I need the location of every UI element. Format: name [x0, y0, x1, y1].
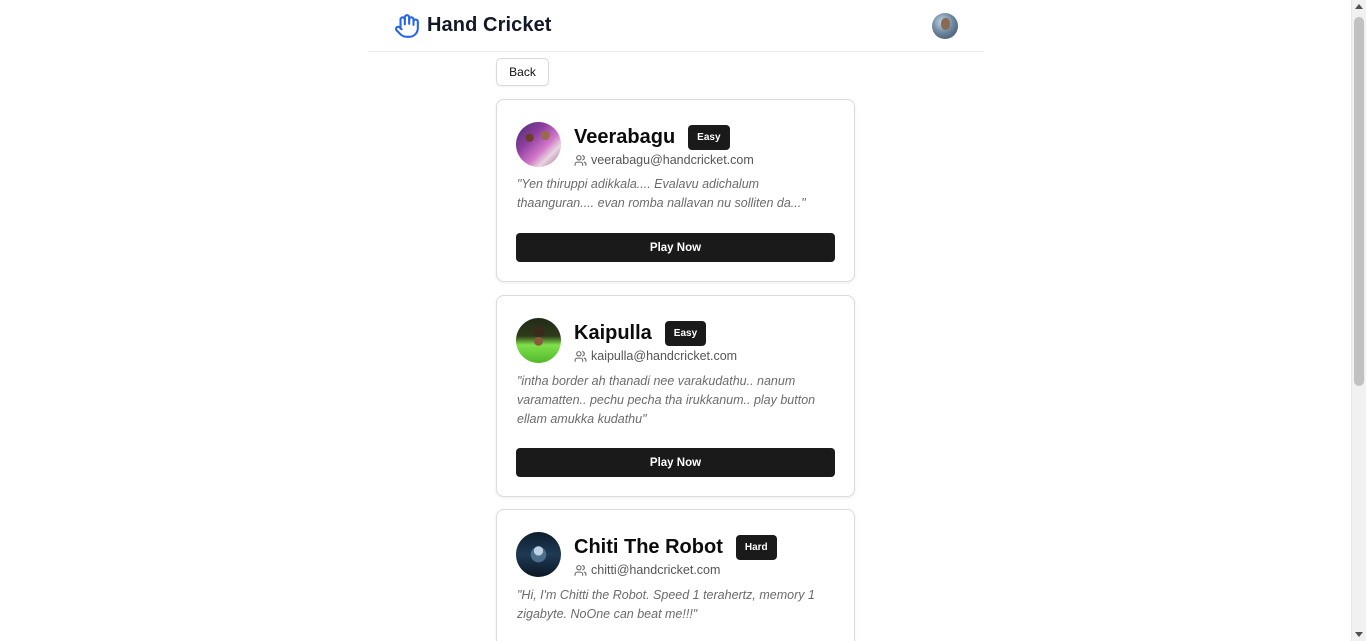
app-title: Hand Cricket [427, 14, 552, 36]
name-row: Chiti The Robot Hard [574, 534, 777, 560]
back-button[interactable]: Back [496, 58, 549, 86]
play-now-button[interactable]: Play Now [516, 448, 835, 477]
card-header: Chiti The Robot Hard chitti@handcricket.… [516, 532, 777, 577]
player-card: Chiti The Robot Hard chitti@handcricket.… [496, 509, 855, 641]
player-name: Veerabagu [574, 125, 676, 148]
player-name: Kaipulla [574, 321, 652, 344]
name-row: Kaipulla Easy [574, 320, 737, 346]
player-email: veerabagu@handcricket.com [591, 153, 754, 167]
player-name: Chiti The Robot [574, 535, 723, 558]
scroll-down-arrow-icon[interactable] [1355, 632, 1363, 637]
user-avatar[interactable] [932, 12, 958, 39]
top-header: Hand Cricket [368, 0, 984, 52]
player-info: Chiti The Robot Hard chitti@handcricket.… [574, 534, 777, 577]
users-icon [574, 564, 587, 577]
hand-icon [394, 13, 420, 39]
player-email: kaipulla@handcricket.com [591, 349, 738, 363]
difficulty-badge: Easy [664, 320, 707, 346]
player-avatar [516, 122, 561, 167]
player-card: Veerabagu Easy veerabagu@handcricket.com [496, 99, 855, 282]
player-quote: "intha border ah thanadi nee varakudathu… [517, 374, 816, 426]
vertical-scrollbar[interactable] [1351, 0, 1366, 641]
email-row: chitti@handcricket.com [574, 563, 777, 577]
name-row: Veerabagu Easy [574, 124, 754, 150]
card-header: Kaipulla Easy kaipulla@handcricket.com [516, 318, 737, 363]
scroll-up-arrow-icon[interactable] [1355, 4, 1363, 9]
player-quote: "Hi, I'm Chitti the Robot. Speed 1 terah… [517, 588, 815, 621]
player-quote: "Yen thiruppi adikkala.... Evalavu adich… [517, 177, 806, 210]
scroll-thumb[interactable] [1354, 17, 1364, 386]
card-header: Veerabagu Easy veerabagu@handcricket.com [516, 122, 754, 167]
difficulty-badge: Easy [688, 124, 730, 150]
email-row: veerabagu@handcricket.com [574, 153, 754, 167]
email-row: kaipulla@handcricket.com [574, 349, 737, 363]
app-viewport: Hand Cricket Back Veerabagu Easy veeraba… [0, 0, 1366, 641]
users-icon [574, 154, 587, 167]
player-card: Kaipulla Easy kaipulla@handcricket.com "… [496, 295, 855, 497]
player-avatar [516, 532, 561, 577]
player-avatar [516, 318, 561, 363]
difficulty-badge: Hard [735, 534, 777, 560]
player-email: chitti@handcricket.com [591, 563, 721, 577]
users-icon [574, 350, 587, 363]
player-info: Veerabagu Easy veerabagu@handcricket.com [574, 124, 754, 167]
player-info: Kaipulla Easy kaipulla@handcricket.com [574, 320, 737, 363]
play-now-button[interactable]: Play Now [516, 233, 835, 262]
brand[interactable]: Hand Cricket [394, 13, 552, 39]
